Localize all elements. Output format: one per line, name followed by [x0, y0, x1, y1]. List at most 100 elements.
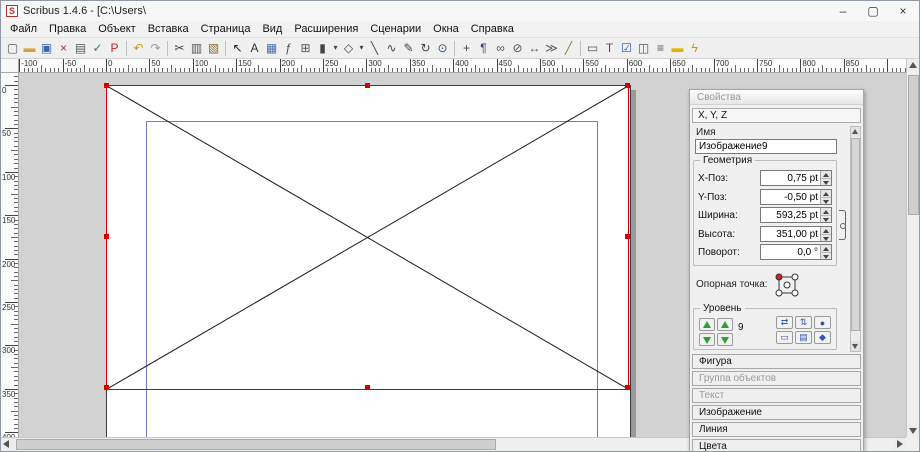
ruler-origin-box[interactable]: [1, 59, 19, 73]
unlink-text-frames-icon[interactable]: ⊘: [509, 39, 526, 57]
menu-item[interactable]: Файл: [4, 22, 43, 36]
horizontal-scroll-thumb[interactable]: [16, 439, 496, 450]
polygon-dropdown-icon[interactable]: ▾: [357, 39, 366, 57]
lower-to-bottom-button[interactable]: [717, 333, 733, 346]
x-pos-input[interactable]: [761, 171, 820, 185]
section-shape[interactable]: Фигура: [692, 354, 861, 369]
y-pos-input[interactable]: [761, 190, 820, 204]
eye-dropper-icon[interactable]: ╱: [560, 39, 577, 57]
link-width-height-icon[interactable]: [839, 210, 846, 240]
properties-palette[interactable]: Свойства X, Y, Z Имя Геометрия X-Поз:Y-П…: [689, 89, 864, 452]
scroll-up-button[interactable]: [907, 59, 920, 72]
basepoint-widget[interactable]: [772, 270, 802, 300]
menu-item[interactable]: Сценарии: [364, 22, 427, 36]
palette-scrollbar[interactable]: [850, 126, 861, 352]
selection-handle[interactable]: [104, 83, 109, 88]
spin-down-button[interactable]: [821, 198, 831, 205]
rotation-spinbox[interactable]: [760, 244, 832, 260]
selection-handle[interactable]: [625, 83, 630, 88]
redo-icon[interactable]: ↷: [147, 39, 164, 57]
selection-handle[interactable]: [365, 83, 370, 88]
section-line[interactable]: Линия: [692, 422, 861, 437]
maximize-button[interactable]: ▢: [858, 1, 888, 21]
menu-item[interactable]: Вид: [256, 22, 288, 36]
cut-icon[interactable]: ✂: [171, 39, 188, 57]
measurements-icon[interactable]: ↔: [526, 39, 543, 57]
width-spinbox[interactable]: [760, 207, 832, 223]
page[interactable]: [106, 85, 631, 437]
x-pos-spinbox[interactable]: [760, 170, 832, 186]
width-input[interactable]: [761, 208, 820, 222]
section-group-of-objects[interactable]: Группа объектов: [692, 371, 861, 386]
raise-level-button[interactable]: [699, 318, 715, 331]
pdf-text-field-icon[interactable]: T: [601, 39, 618, 57]
flip-vertical-button[interactable]: ⇅: [795, 316, 812, 329]
vertical-scrollbar[interactable]: [906, 59, 919, 437]
pdf-text-annotation-icon[interactable]: ▬: [669, 39, 686, 57]
spin-down-button[interactable]: [821, 179, 831, 186]
h-ruler[interactable]: -100-50050100150200250300350400450500550…: [19, 59, 906, 73]
insert-shape-icon[interactable]: ▮: [314, 39, 331, 57]
spin-up-button[interactable]: [821, 227, 831, 235]
selection-handle[interactable]: [365, 385, 370, 390]
section-image[interactable]: Изображение: [692, 405, 861, 420]
spin-up-button[interactable]: [821, 190, 831, 198]
menu-item[interactable]: Правка: [43, 22, 92, 36]
rotate-item-icon[interactable]: ↻: [417, 39, 434, 57]
pdf-combobox-icon[interactable]: ◫: [635, 39, 652, 57]
spin-down-button[interactable]: [821, 253, 831, 260]
section-text[interactable]: Текст: [692, 388, 861, 403]
enable-printing-button[interactable]: ▤: [795, 331, 812, 344]
palette-scroll-down-button[interactable]: [851, 341, 860, 351]
menu-item[interactable]: Справка: [465, 22, 520, 36]
undo-icon[interactable]: ↶: [130, 39, 147, 57]
new-document-icon[interactable]: ▢: [4, 39, 21, 57]
scroll-right-button[interactable]: [893, 438, 906, 451]
edit-text-story-editor-icon[interactable]: ¶: [475, 39, 492, 57]
y-pos-spinbox[interactable]: [760, 189, 832, 205]
spin-up-button[interactable]: [821, 171, 831, 179]
preflight-verifier-icon[interactable]: ✓: [89, 39, 106, 57]
minimize-button[interactable]: –: [828, 1, 858, 21]
insert-line-icon[interactable]: ╲: [366, 39, 383, 57]
pdf-push-button-icon[interactable]: ▭: [584, 39, 601, 57]
menu-item[interactable]: Расширения: [288, 22, 364, 36]
v-ruler[interactable]: 050100150200250300350400: [1, 73, 19, 437]
height-spinbox[interactable]: [760, 226, 832, 242]
print-document-icon[interactable]: ▤: [72, 39, 89, 57]
edit-contents-icon[interactable]: +: [458, 39, 475, 57]
scroll-down-button[interactable]: [907, 424, 920, 437]
spin-up-button[interactable]: [821, 208, 831, 216]
select-item-icon[interactable]: ↖: [229, 39, 246, 57]
copy-icon[interactable]: ▥: [188, 39, 205, 57]
pdf-link-icon[interactable]: ϟ: [686, 39, 703, 57]
menu-item[interactable]: Вставка: [142, 22, 195, 36]
insert-freehand-icon[interactable]: ✎: [400, 39, 417, 57]
pdf-listbox-icon[interactable]: ≡: [652, 39, 669, 57]
insert-render-frame-icon[interactable]: ƒ: [280, 39, 297, 57]
close-document-icon[interactable]: ×: [55, 39, 72, 57]
section-colors[interactable]: Цвета: [692, 439, 861, 452]
zoom-icon[interactable]: ⊙: [434, 39, 451, 57]
spin-down-button[interactable]: [821, 235, 831, 242]
save-document-icon[interactable]: ▣: [38, 39, 55, 57]
spin-up-button[interactable]: [821, 245, 831, 253]
object-name-input[interactable]: [695, 139, 837, 154]
menu-item[interactable]: Окна: [427, 22, 465, 36]
insert-table-icon[interactable]: ⊞: [297, 39, 314, 57]
paste-icon[interactable]: ▧: [205, 39, 222, 57]
selection-handle[interactable]: [104, 385, 109, 390]
link-text-frames-icon[interactable]: ∞: [492, 39, 509, 57]
palette-scroll-thumb[interactable]: [851, 138, 860, 331]
tab-xyz[interactable]: X, Y, Z: [692, 108, 861, 123]
pdf-checkbox-icon[interactable]: ☑: [618, 39, 635, 57]
spin-down-button[interactable]: [821, 216, 831, 223]
insert-image-frame-icon[interactable]: ▦: [263, 39, 280, 57]
scroll-left-button[interactable]: [1, 438, 14, 451]
open-document-icon[interactable]: ▬: [21, 39, 38, 57]
insert-bezier-icon[interactable]: ∿: [383, 39, 400, 57]
vertical-scroll-thumb[interactable]: [908, 75, 919, 215]
raise-to-top-button[interactable]: [717, 318, 733, 331]
selection-handle[interactable]: [104, 234, 109, 239]
copy-item-properties-icon[interactable]: ≫: [543, 39, 560, 57]
